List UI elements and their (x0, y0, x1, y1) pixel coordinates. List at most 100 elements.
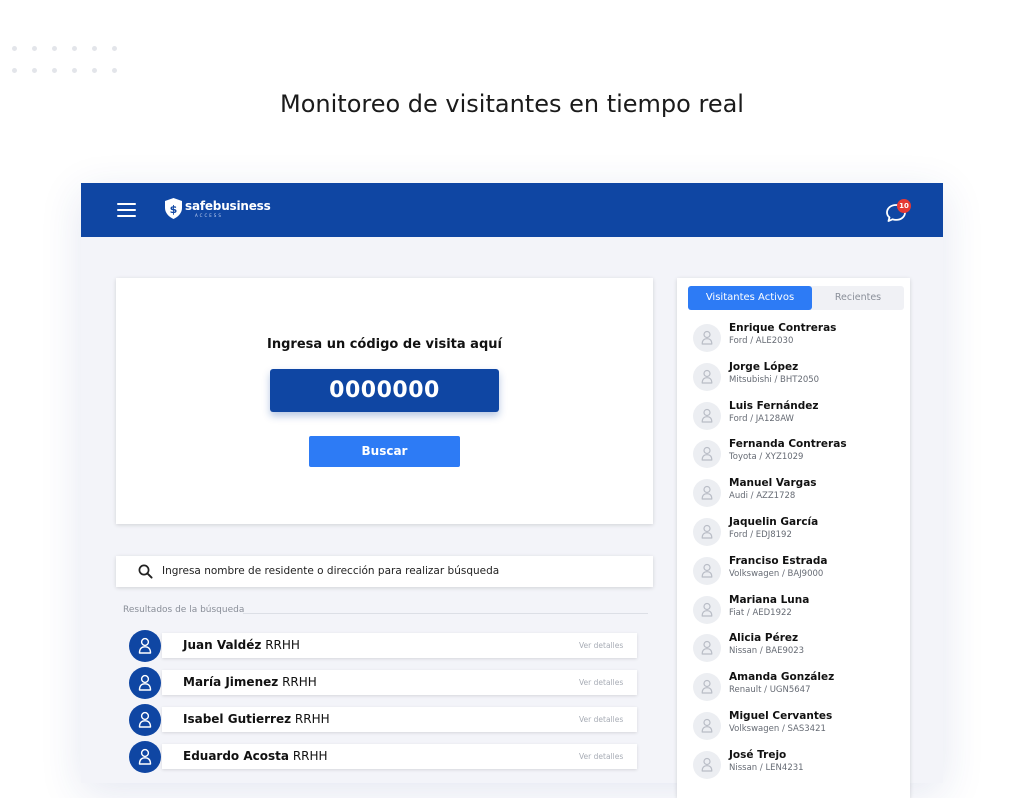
avatar (693, 401, 721, 430)
visitor-name: José Trejo (729, 748, 787, 761)
visitor-item[interactable]: Manuel Vargas Audi / AZZ1728 (693, 475, 903, 511)
hero-title: Monitoreo de visitantes en tiempo real (280, 90, 744, 118)
visitor-name: Fernanda Contreras (729, 438, 847, 451)
avatar (693, 324, 721, 352)
svg-text:$: $ (170, 203, 178, 216)
avatar (129, 667, 161, 699)
user-icon (701, 641, 713, 655)
visitor-item[interactable]: Fernanda Contreras Toyota / XYZ1029 (693, 436, 903, 472)
avatar (693, 595, 721, 624)
result-name: Eduardo Acosta RRHH (183, 749, 328, 763)
visitor-vehicle: Audi / AZZ1728 (729, 491, 796, 502)
decorative-dots (12, 46, 122, 78)
visitor-item[interactable]: Jaquelin García Ford / EDJ8192 (693, 514, 903, 550)
user-icon (701, 330, 713, 345)
result-row[interactable]: Eduardo Acosta RRHH Ver detalles (129, 741, 637, 773)
avatar (693, 712, 721, 740)
visitor-name: Manuel Vargas (729, 477, 817, 490)
visitor-tabs: Visitantes Activos Recientes (688, 286, 904, 310)
user-icon (701, 524, 713, 539)
view-details-link[interactable]: Ver detalles (579, 641, 623, 650)
visitor-item[interactable]: José Trejo Nissan / LEN4231 (693, 747, 903, 783)
visitor-vehicle: Volkswagen / BAJ9000 (729, 568, 824, 579)
view-details-link[interactable]: Ver detalles (579, 678, 623, 687)
search-icon (138, 564, 153, 579)
user-icon (138, 748, 152, 765)
result-name: Juan Valdéz RRHH (183, 638, 300, 652)
avatar (129, 741, 161, 773)
notification-badge: 10 (897, 199, 911, 213)
tab-active-visitors[interactable]: Visitantes Activos (688, 286, 812, 310)
visitor-name: Mariana Luna (729, 593, 810, 606)
user-icon (701, 680, 713, 694)
visitor-name: Franciso Estrada (729, 554, 828, 567)
user-icon (138, 637, 152, 654)
result-row[interactable]: Isabel Gutierrez RRHH Ver detalles (129, 704, 637, 736)
visitor-vehicle: Mitsubishi / BHT2050 (729, 374, 820, 385)
visitor-vehicle: Fiat / AED1922 (729, 607, 792, 618)
visitor-item[interactable]: Franciso Estrada Volkswagen / BAJ9000 (693, 553, 903, 589)
visitor-item[interactable]: Luis Fernández Ford / JA128AW (693, 398, 903, 434)
visitor-name: Enrique Contreras (729, 322, 837, 334)
avatar (693, 479, 721, 508)
visitor-vehicle: Toyota / XYZ1029 (729, 452, 804, 463)
visitors-panel: Visitantes Activos Recientes Enrique Con… (677, 278, 910, 798)
result-row[interactable]: Juan Valdéz RRHH Ver detalles (129, 630, 637, 662)
brand-name: safebusiness (185, 199, 271, 213)
user-icon (701, 447, 713, 461)
visitor-item[interactable]: Miguel Cervantes Volkswagen / SAS3421 (693, 708, 903, 744)
visitor-vehicle: Renault / UGN5647 (729, 685, 811, 696)
result-name: María Jimenez RRHH (183, 675, 317, 689)
search-button[interactable]: Buscar (309, 436, 460, 467)
avatar (693, 673, 721, 702)
user-icon (701, 602, 713, 617)
avatar (693, 362, 721, 391)
visitor-vehicle: Volkswagen / SAS3421 (729, 724, 826, 734)
avatar (693, 440, 721, 469)
tab-recent-visitors[interactable]: Recientes (812, 286, 904, 310)
user-icon (138, 711, 152, 728)
avatar (693, 634, 721, 663)
visitor-item[interactable]: Amanda González Renault / UGN5647 (693, 669, 903, 705)
visitor-name: Jorge López (729, 360, 799, 373)
view-details-link[interactable]: Ver detalles (579, 715, 623, 724)
avatar (129, 630, 161, 662)
visitor-name: Amanda González (729, 671, 835, 684)
visitor-name: Luis Fernández (729, 399, 819, 412)
user-icon (701, 718, 713, 733)
visitor-name: Miguel Cervantes (729, 710, 833, 722)
visitor-vehicle: Ford / ALE2030 (729, 336, 794, 346)
visitor-item[interactable]: Mariana Luna Fiat / AED1922 (693, 592, 903, 628)
app-window: $ safebusiness ACCESS 10 Ingresa un códi… (81, 183, 943, 798)
result-row[interactable]: María Jimenez RRHH Ver detalles (129, 667, 637, 699)
shield-icon: $ (165, 198, 182, 219)
visitor-name: Alicia Pérez (729, 632, 799, 645)
user-icon (701, 369, 713, 384)
avatar (693, 556, 721, 585)
visit-code-card: Ingresa un código de visita aquí 0000000… (116, 278, 653, 524)
visitor-name: Jaquelin García (729, 516, 819, 528)
user-icon (701, 563, 713, 578)
visitor-item[interactable]: Enrique Contreras Ford / ALE2030 (693, 320, 903, 356)
avatar (693, 750, 721, 779)
avatar (129, 704, 161, 736)
resident-search-input[interactable]: Ingresa nombre de residente o dirección … (116, 556, 653, 587)
visitor-vehicle: Ford / JA128AW (729, 413, 794, 424)
visit-code-label: Ingresa un código de visita aquí (267, 337, 502, 352)
visitor-item[interactable]: Alicia Pérez Nissan / BAE9023 (693, 630, 903, 666)
user-icon (701, 486, 713, 500)
resident-search-placeholder: Ingresa nombre de residente o dirección … (162, 565, 500, 577)
view-details-link[interactable]: Ver detalles (579, 752, 623, 761)
visitor-vehicle: Ford / EDJ8192 (729, 530, 792, 540)
visit-code-input[interactable]: 0000000 (270, 369, 499, 412)
avatar (693, 518, 721, 546)
results-label: Resultados de la búsqueda (123, 605, 245, 615)
user-icon (701, 408, 713, 423)
visitor-vehicle: Nissan / BAE9023 (729, 646, 805, 657)
brand-subtitle: ACCESS (195, 213, 223, 218)
top-bar: $ safebusiness ACCESS 10 (81, 183, 943, 237)
menu-icon[interactable] (117, 203, 136, 217)
user-icon (701, 757, 713, 772)
user-icon (138, 674, 152, 691)
visitor-item[interactable]: Jorge López Mitsubishi / BHT2050 (693, 359, 903, 395)
